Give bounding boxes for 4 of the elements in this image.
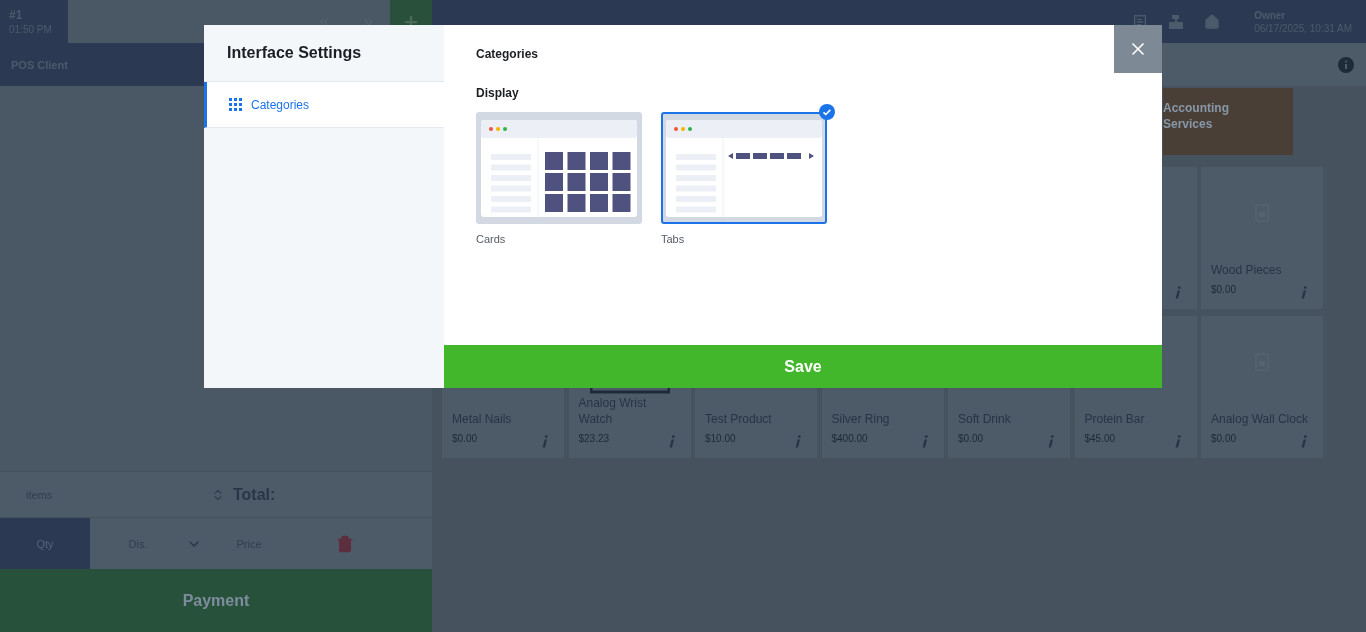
section-title: Categories (476, 47, 540, 61)
display-label: Display (476, 86, 520, 100)
option-label: Cards (476, 233, 507, 245)
option-label: Tabs (661, 233, 686, 245)
